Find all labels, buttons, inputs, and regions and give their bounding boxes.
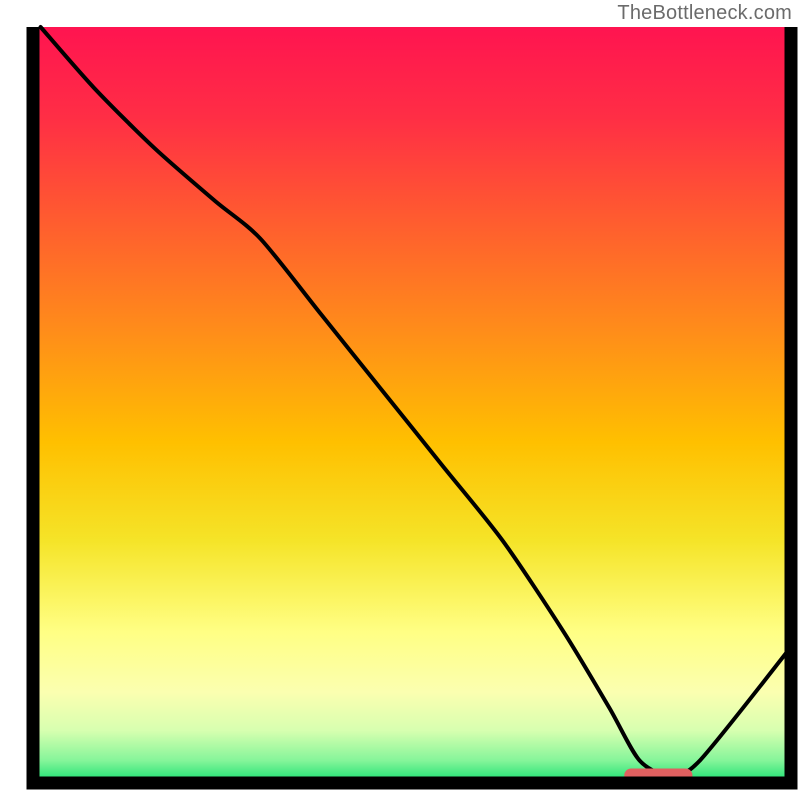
bottleneck-chart xyxy=(0,0,800,800)
chart-container: TheBottleneck.com xyxy=(0,0,800,800)
watermark-text: TheBottleneck.com xyxy=(617,2,792,25)
